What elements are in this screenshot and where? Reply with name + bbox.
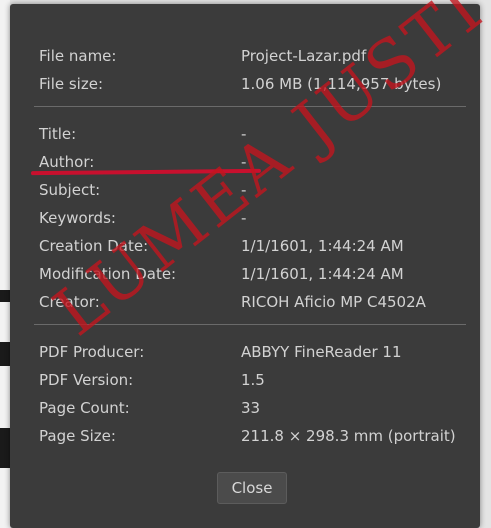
property-label: Subject: bbox=[39, 181, 101, 199]
property-label: PDF Producer: bbox=[39, 343, 145, 361]
background-page-edge bbox=[0, 0, 10, 290]
property-value: - bbox=[241, 181, 247, 199]
property-value: 1/1/1601, 1:44:24 AM bbox=[241, 265, 404, 283]
property-value: Project-Lazar.pdf bbox=[241, 47, 367, 65]
close-button[interactable]: Close bbox=[217, 472, 287, 504]
background-page-edge bbox=[0, 366, 10, 428]
document-properties-dialog: File name: Project-Lazar.pdf File size: … bbox=[10, 4, 480, 528]
screenshot-stage: File name: Project-Lazar.pdf File size: … bbox=[0, 0, 491, 528]
separator bbox=[34, 324, 466, 325]
property-label: Creation Date: bbox=[39, 237, 149, 255]
property-label: Keywords: bbox=[39, 209, 116, 227]
background-page-edge bbox=[0, 302, 10, 342]
property-value: 211.8 × 298.3 mm (portrait) bbox=[241, 427, 456, 445]
property-value: 1/1/1601, 1:44:24 AM bbox=[241, 237, 404, 255]
property-label: File size: bbox=[39, 75, 104, 93]
property-label: File name: bbox=[39, 47, 117, 65]
property-label: Modification Date: bbox=[39, 265, 177, 283]
property-value: ABBYY FineReader 11 bbox=[241, 343, 402, 361]
property-value: 1.5 bbox=[241, 371, 265, 389]
property-label: Page Size: bbox=[39, 427, 116, 445]
property-value: - bbox=[241, 209, 247, 227]
background-page-edge bbox=[0, 428, 10, 468]
background-page-edge bbox=[0, 342, 10, 366]
property-value: 1.06 MB (1,114,957 bytes) bbox=[241, 75, 442, 93]
property-value: RICOH Aficio MP C4502A bbox=[241, 293, 426, 311]
background-page-edge bbox=[0, 468, 10, 528]
separator bbox=[34, 106, 466, 107]
property-label: Page Count: bbox=[39, 399, 130, 417]
property-value: 33 bbox=[241, 399, 261, 417]
property-label: Creator: bbox=[39, 293, 100, 311]
property-label: PDF Version: bbox=[39, 371, 134, 389]
property-value: - bbox=[241, 125, 247, 143]
property-label: Title: bbox=[39, 125, 77, 143]
background-page-edge bbox=[0, 290, 10, 302]
